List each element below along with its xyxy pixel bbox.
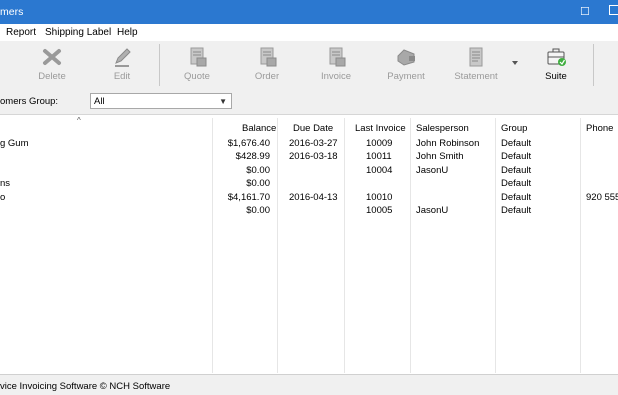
sort-ascending-icon[interactable]: ^ bbox=[77, 116, 81, 125]
salesperson-cell: John Smith bbox=[416, 151, 464, 163]
last-invoice-cell: 10009 bbox=[366, 138, 393, 149]
group-cell: Default bbox=[501, 138, 532, 149]
balance-cell: $0.00 bbox=[246, 205, 270, 216]
payment-icon bbox=[397, 49, 415, 66]
table-row[interactable]: $428.99 2016-03-18 10011 John Smith Default bbox=[0, 151, 618, 164]
last-invoice-cell: 10010 bbox=[366, 191, 393, 203]
delete-label: Delete bbox=[38, 71, 66, 82]
salesperson-cell: JasonU bbox=[416, 164, 449, 176]
group-cell: Default bbox=[501, 191, 532, 203]
table-row[interactable]: g Gum $1,676.40 2016-03-27 10009 John Robins… bbox=[0, 138, 618, 151]
toolbar-separator bbox=[593, 44, 594, 86]
window-title: mers bbox=[0, 6, 24, 18]
balance-cell: $4,161.70 bbox=[227, 191, 270, 203]
suite-label: Suite bbox=[545, 71, 567, 82]
invoice-button[interactable]: Invoice bbox=[306, 46, 366, 82]
invoice-label: Invoice bbox=[320, 71, 352, 82]
quote-icon bbox=[190, 47, 207, 67]
customers-group-label: omers Group: bbox=[0, 96, 59, 107]
balance-cell: $1,676.40 bbox=[227, 138, 270, 149]
table-row[interactable]: o $4,161.70 2016-04-13 10010 Default 920 555 bbox=[0, 192, 618, 205]
statement-button[interactable]: Statement bbox=[446, 46, 506, 82]
table-row[interactable]: $0.00 10004 JasonU Default bbox=[0, 165, 618, 178]
salesperson-cell: John Robinson bbox=[416, 138, 480, 149]
statement-icon bbox=[469, 47, 483, 67]
status-text: vice Invoicing Software © NCH Software bbox=[0, 381, 171, 392]
menu-bar: Report Shipping Label Help bbox=[0, 24, 618, 41]
menu-shipping-label[interactable]: Shipping Label bbox=[45, 27, 111, 38]
chevron-down-icon: ▼ bbox=[219, 97, 227, 106]
payment-label: Payment bbox=[387, 71, 425, 82]
last-invoice-cell: 10011 bbox=[366, 151, 392, 163]
title-bar: mers ☐ bbox=[0, 0, 618, 24]
column-header-due-date[interactable]: Due Date bbox=[293, 123, 333, 134]
phone-cell: 920 555 bbox=[586, 191, 618, 203]
delete-button[interactable]: Delete bbox=[22, 46, 82, 82]
quote-label: Quote bbox=[184, 71, 210, 82]
suite-button[interactable]: Suite bbox=[526, 46, 586, 82]
group-cell: Default bbox=[501, 178, 532, 190]
balance-cell: $0.00 bbox=[246, 164, 270, 176]
filter-bar: omers Group: All ▼ bbox=[0, 88, 618, 114]
column-header-salesperson[interactable]: Salesperson bbox=[416, 123, 469, 134]
customer-name-cell: ns bbox=[0, 178, 11, 190]
invoice-icon bbox=[329, 47, 346, 67]
suite-icon bbox=[547, 48, 566, 66]
customers-group-value: All bbox=[94, 96, 105, 107]
column-header-balance[interactable]: Balance bbox=[242, 123, 276, 134]
edit-button[interactable]: Edit bbox=[92, 46, 152, 82]
due-date-cell: 2016-04-13 bbox=[289, 191, 338, 203]
balance-cell: $428.99 bbox=[235, 151, 270, 163]
menu-help[interactable]: Help bbox=[117, 27, 138, 38]
customer-name-cell: g Gum bbox=[0, 138, 29, 149]
column-header-group[interactable]: Group bbox=[501, 123, 527, 134]
menu-report[interactable]: Report bbox=[6, 27, 36, 38]
order-label: Order bbox=[254, 71, 280, 82]
customers-group-select[interactable]: All ▼ bbox=[90, 93, 232, 109]
salesperson-cell: JasonU bbox=[416, 205, 449, 216]
table-row[interactable]: $0.00 10005 JasonU Default bbox=[0, 205, 618, 218]
balance-cell: $0.00 bbox=[246, 178, 270, 190]
column-header-last-invoice[interactable]: Last Invoice bbox=[355, 123, 406, 134]
order-button[interactable]: Order bbox=[237, 46, 297, 82]
restore-button[interactable] bbox=[609, 5, 618, 15]
group-cell: Default bbox=[501, 164, 532, 176]
last-invoice-cell: 10004 bbox=[366, 164, 393, 176]
maximize-button[interactable]: ☐ bbox=[580, 5, 590, 18]
group-cell: Default bbox=[501, 151, 532, 163]
statement-label: Statement bbox=[454, 71, 498, 82]
group-cell: Default bbox=[501, 205, 532, 216]
due-date-cell: 2016-03-18 bbox=[289, 151, 338, 163]
order-icon bbox=[260, 47, 277, 67]
customer-name-cell: o bbox=[0, 191, 6, 203]
toolbar-separator bbox=[159, 44, 160, 86]
quote-button[interactable]: Quote bbox=[167, 46, 227, 82]
customers-table: ^ Balance Due Date Last Invoice Salesper… bbox=[0, 114, 618, 373]
edit-label: Edit bbox=[113, 71, 131, 82]
delete-icon bbox=[43, 49, 61, 65]
payment-button[interactable]: Payment bbox=[376, 46, 436, 82]
due-date-cell: 2016-03-27 bbox=[289, 138, 338, 149]
table-row[interactable]: ns $0.00 Default bbox=[0, 178, 618, 191]
toolbar: Delete Edit Quote Order Invoice Payment … bbox=[0, 41, 618, 89]
status-bar: vice Invoicing Software © NCH Software bbox=[0, 374, 618, 395]
statement-dropdown-arrow[interactable] bbox=[512, 61, 518, 65]
edit-icon bbox=[115, 48, 131, 67]
column-header-phone[interactable]: Phone bbox=[586, 123, 613, 134]
last-invoice-cell: 10005 bbox=[366, 205, 393, 216]
